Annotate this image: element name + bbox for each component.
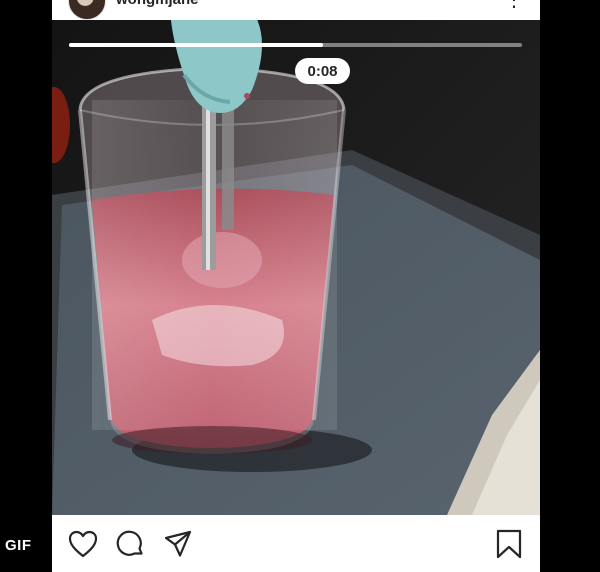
video-elapsed-time: 0:08 [295,58,350,84]
more-vertical-icon[interactable]: ⋮ [504,0,524,10]
save-button[interactable] [493,528,525,560]
post-card: wongmjane ⋮ [52,0,540,572]
comment-icon [116,530,143,556]
share-icon [164,530,192,557]
post-header: wongmjane ⋮ [52,0,540,20]
gif-badge: GIF [5,537,32,554]
post-actions-bar [52,515,540,572]
comment-button[interactable] [114,528,146,560]
video-progress-fill [69,43,323,47]
video-progress-bar[interactable] [69,43,522,47]
video-frame-image [52,20,540,515]
like-button[interactable] [67,528,99,560]
post-username[interactable]: wongmjane [116,0,199,8]
post-video[interactable]: 0:08 [52,20,540,515]
avatar[interactable] [68,0,106,20]
share-button[interactable] [162,528,194,560]
bookmark-icon [496,529,522,559]
heart-icon [68,530,98,558]
